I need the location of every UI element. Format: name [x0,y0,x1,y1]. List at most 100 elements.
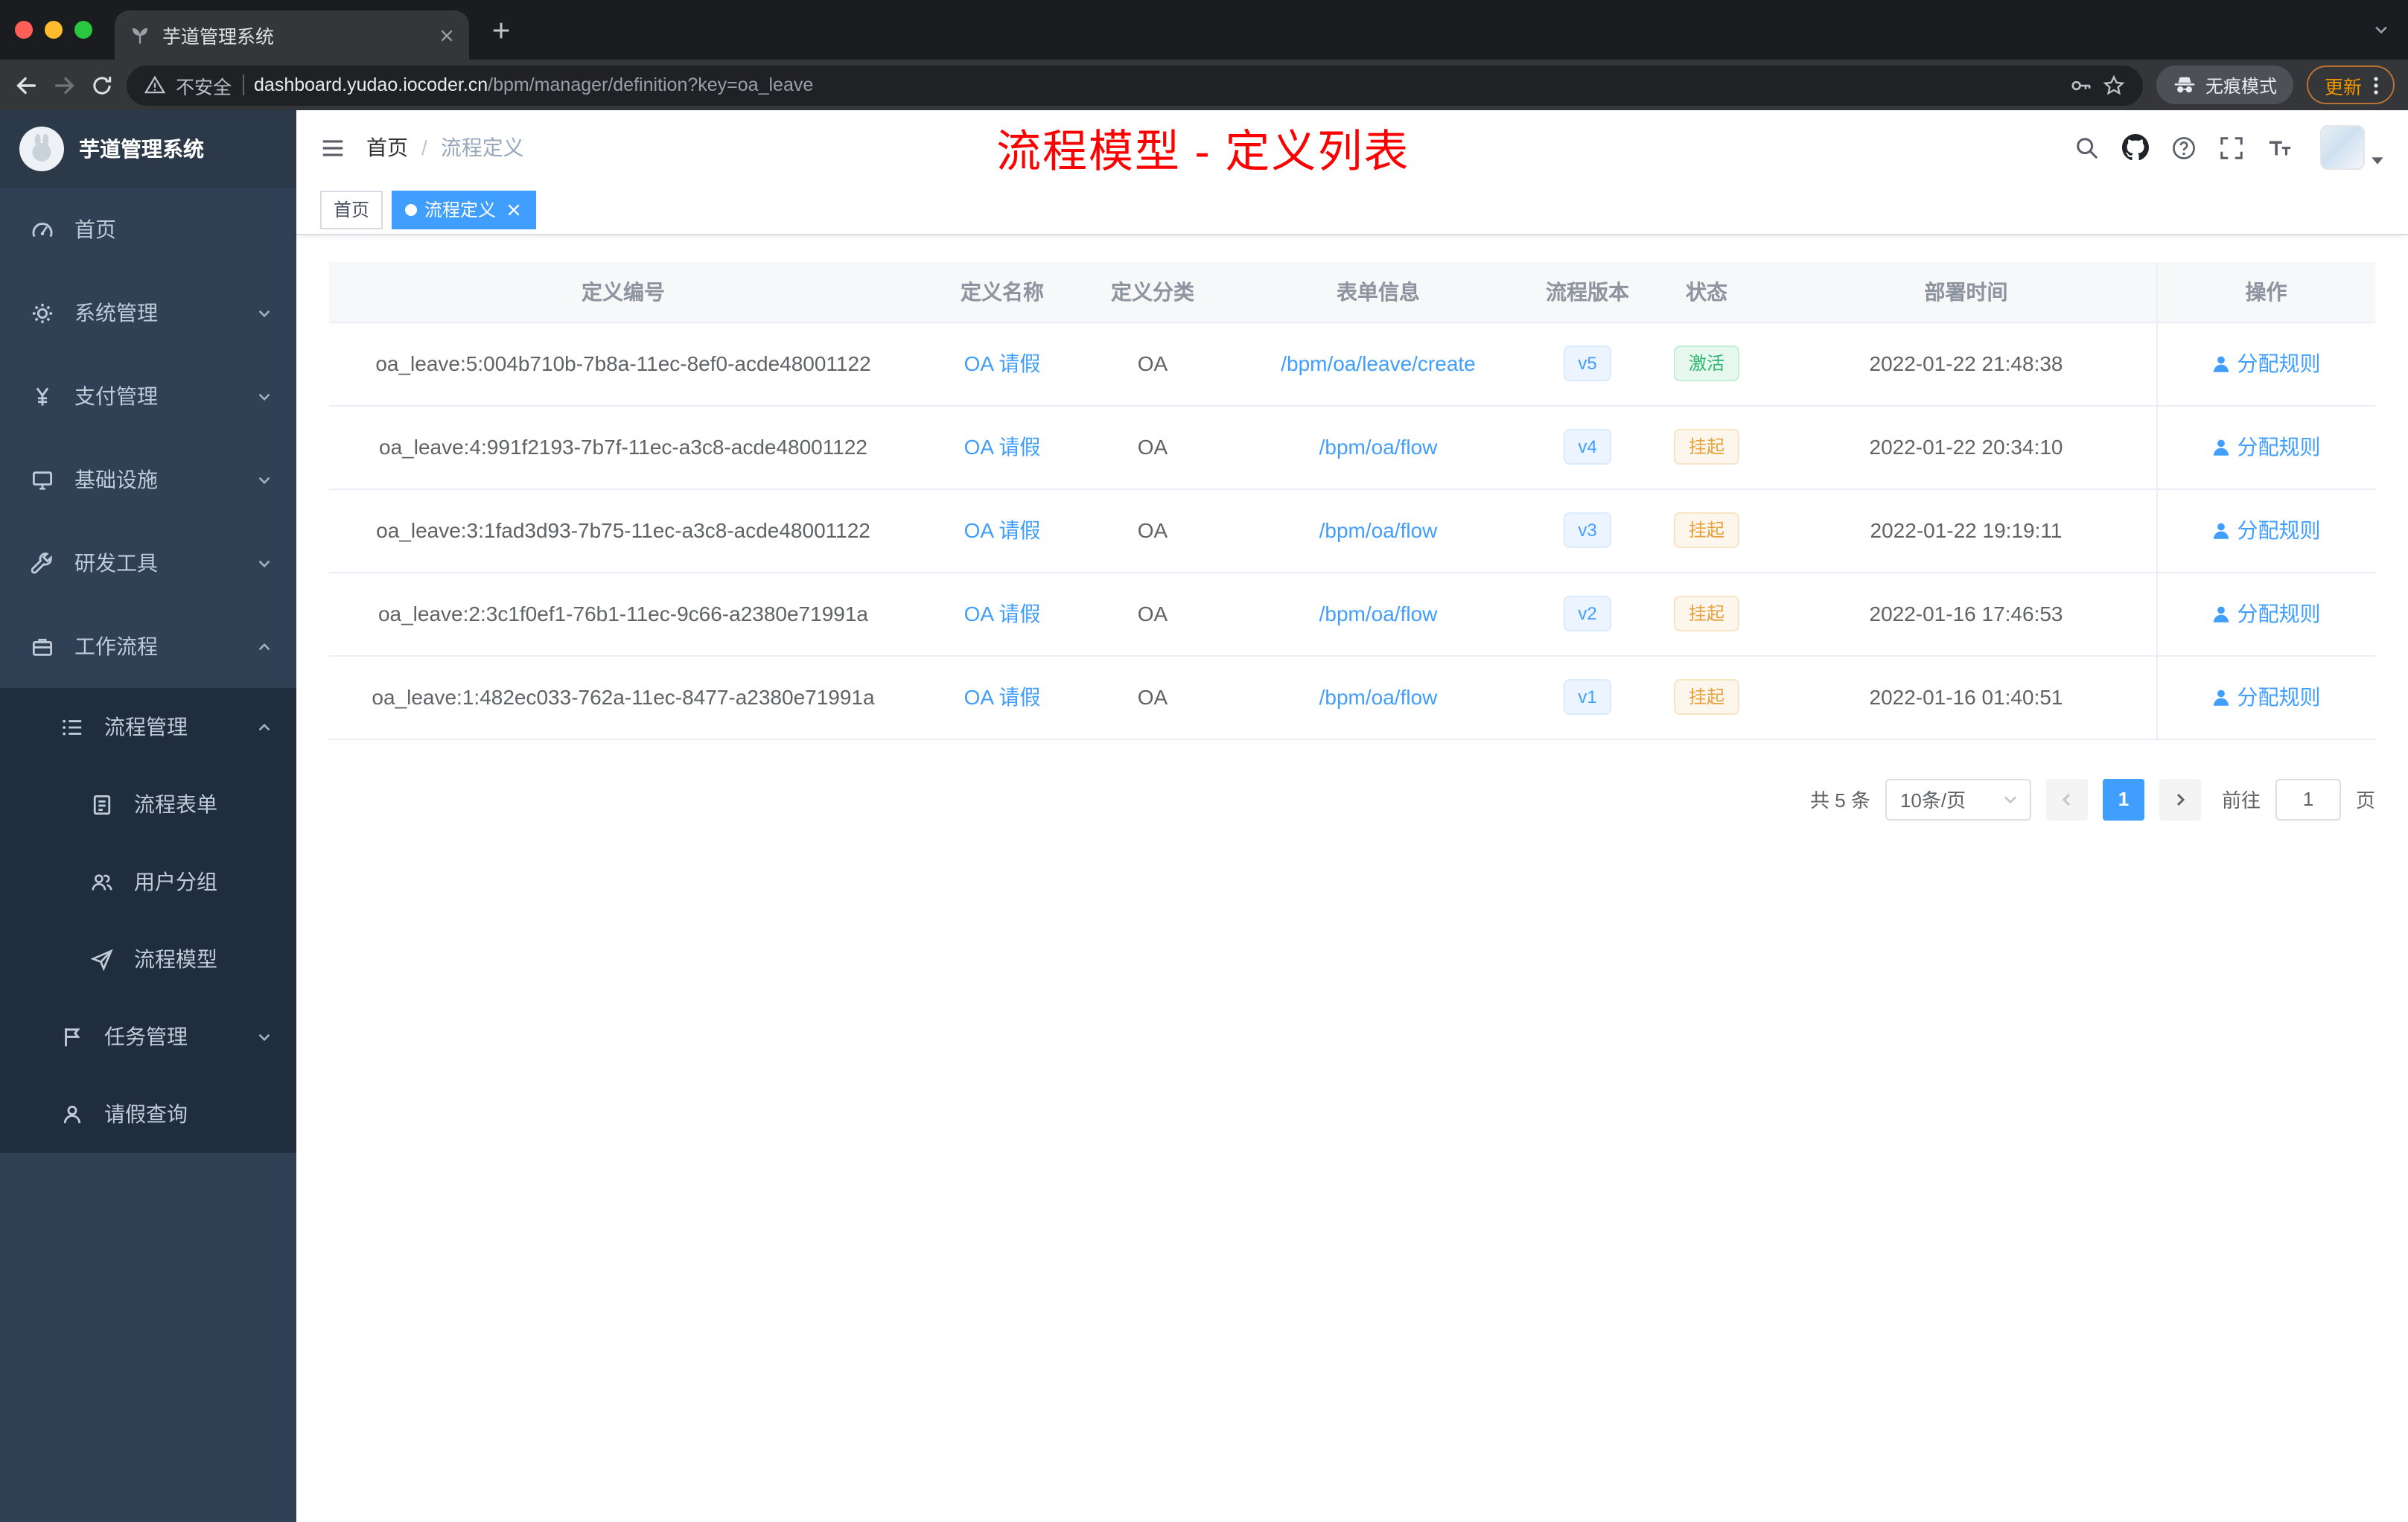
bookmark-star-icon[interactable] [2103,74,2125,96]
assign-rule-link[interactable]: 分配规则 [2212,682,2321,712]
sidebar-item-process-form[interactable]: 流程表单 [0,765,296,843]
table-row: oa_leave:4:991f2193-7b7f-11ec-a3c8-acde4… [329,405,2375,489]
id-text: oa_leave:1:482ec033-762a-11ec-8477-a2380… [372,685,875,709]
column-header-form: 表单信息 [1218,262,1538,322]
assign-rule-link[interactable]: 分配规则 [2212,599,2321,628]
definition-table: 定义编号 定义名称 定义分类 表单信息 流程版本 状态 部署时间 操作 oa_leave:5:0… [329,262,2375,739]
sidebar-item-home[interactable]: 首页 [0,188,296,271]
form-link[interactable]: /bpm/oa/flow [1319,435,1438,459]
name-link[interactable]: OA 请假 [964,351,1041,375]
browser-menu-icon[interactable] [2365,74,2387,96]
sidebar-item-label: 工作流程 [74,634,158,658]
page-size-select[interactable]: 10条/页 [1885,778,2031,820]
version-tag: v1 [1563,679,1612,715]
status-tag: 激活 [1673,346,1739,381]
font-size-icon[interactable] [2267,135,2292,160]
chevron-left-icon [2058,790,2076,808]
name-link[interactable]: OA 请假 [964,685,1041,709]
chevron-down-icon [256,388,273,404]
user-icon [2212,687,2232,707]
cell-version: v3 [1538,488,1637,573]
browser-tab[interactable]: 芋道管理系统 [115,10,469,60]
sidebar-item-process-model[interactable]: 流程模型 [0,920,296,998]
tag-label: 首页 [334,200,370,220]
url-path: /bpm/manager/definition?key=oa_leave [488,74,814,95]
cell-action: 分配规则 [2156,655,2375,739]
sidebar-item-system-management[interactable]: 系统管理 [0,271,296,354]
back-button[interactable] [13,72,39,98]
reload-button[interactable] [91,74,113,96]
address-bar[interactable]: 不安全 dashboard.yudao.iocoder.cn/bpm/manag… [127,65,2143,105]
sidebar-item-payment-management[interactable]: 支付管理 [0,354,296,438]
cell-action: 分配规则 [2156,572,2375,656]
zoom-window-button[interactable] [74,21,92,39]
assign-rule-label: 分配规则 [2237,435,2321,459]
forward-button[interactable] [52,72,77,98]
sidebar-item-infrastructure[interactable]: 基础设施 [0,438,296,521]
app-logo[interactable]: 芋道管理系统 [0,110,296,188]
assign-rule-link[interactable]: 分配规则 [2212,348,2321,378]
id-text: oa_leave:2:3c1f0ef1-76b1-11ec-9c66-a2380… [378,602,868,625]
time-text: 2022-01-16 17:46:53 [1869,602,2063,625]
close-window-button[interactable] [15,21,33,39]
cell-version: v2 [1538,572,1637,656]
help-icon[interactable] [2171,135,2197,160]
hamburger-icon[interactable] [320,135,345,160]
cell-category: OA [1087,405,1218,489]
assign-rule-link[interactable]: 分配规则 [2212,432,2321,462]
update-button[interactable]: 更新 [2306,66,2395,104]
tags-view: 首页 流程定义 [296,185,2408,235]
sidebar-item-task-management[interactable]: 任务管理 [0,998,296,1075]
cell-name: OA 请假 [917,488,1087,573]
category-text: OA [1137,602,1168,625]
goto-label: 前往 [2221,789,2261,812]
time-text: 2022-01-16 01:40:51 [1869,685,2063,709]
form-link[interactable]: /bpm/oa/flow [1319,602,1438,625]
name-link[interactable]: OA 请假 [964,435,1041,459]
assign-rule-link[interactable]: 分配规则 [2212,515,2321,545]
form-link[interactable]: /bpm/oa/flow [1319,685,1438,709]
chevron-down-icon [256,1028,273,1045]
next-page-button[interactable] [2159,778,2201,820]
tag-0[interactable]: 首页 [320,190,383,229]
name-link[interactable]: OA 请假 [964,518,1041,542]
tab-close-icon[interactable] [439,28,454,42]
paper-plane-icon [89,948,115,970]
form-link[interactable]: /bpm/oa/leave/create [1281,351,1476,375]
column-header-category: 定义分类 [1087,262,1218,322]
search-icon[interactable] [2074,135,2100,160]
security-label[interactable]: 不安全 [176,71,232,99]
goto-page-input[interactable] [2275,778,2341,820]
tag-1[interactable]: 流程定义 [392,190,537,229]
fullscreen-icon[interactable] [2219,135,2244,160]
cell-status: 挂起 [1637,488,1777,573]
cell-action: 分配规则 [2156,488,2375,573]
cell-id: oa_leave:4:991f2193-7b7f-11ec-a3c8-acde4… [329,405,917,489]
name-link[interactable]: OA 请假 [964,602,1041,625]
github-icon[interactable] [2122,134,2149,161]
cell-name: OA 请假 [917,572,1087,656]
sidebar-item-user-group[interactable]: 用户分组 [0,843,296,920]
column-header-time: 部署时间 [1777,262,2156,322]
sidebar-item-process-management[interactable]: 流程管理 [0,688,296,765]
sidebar-item-workflow[interactable]: 工作流程 [0,605,296,688]
navbar-actions [2074,125,2384,170]
user-avatar[interactable] [2320,125,2384,170]
chevron-down-icon [2001,790,2019,808]
password-key-icon[interactable] [2070,74,2092,96]
sidebar-item-dev-tools[interactable]: 研发工具 [0,521,296,605]
status-tag: 挂起 [1673,596,1739,631]
minimize-window-button[interactable] [45,21,63,39]
form-link[interactable]: /bpm/oa/flow [1319,518,1438,542]
page-number-button[interactable]: 1 [2102,778,2144,820]
tag-close-icon[interactable] [503,200,523,219]
new-tab-button[interactable] [490,19,512,42]
assign-rule-label: 分配规则 [2237,602,2321,625]
breadcrumb-home[interactable]: 首页 [366,133,408,162]
sidebar-item-leave-query[interactable]: 请假查询 [0,1075,296,1153]
tab-search-icon[interactable] [2372,21,2390,39]
user-icon [2212,354,2232,373]
user-icon [2212,604,2232,623]
browser-tabstrip: 芋道管理系统 [0,0,2408,60]
prev-page-button[interactable] [2045,778,2088,820]
